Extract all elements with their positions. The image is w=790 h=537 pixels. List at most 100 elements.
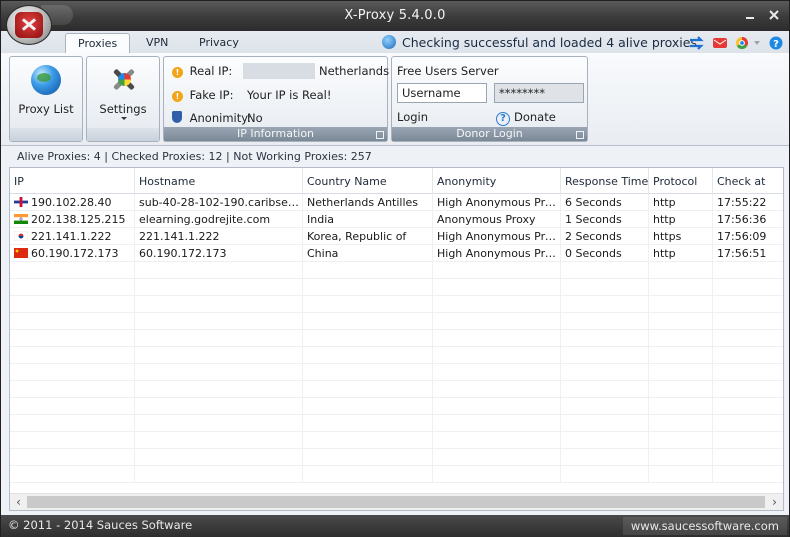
help-icon[interactable]: ?: [768, 36, 784, 50]
empty-table-row: [10, 449, 783, 466]
cell-ip: [10, 449, 135, 466]
cell-check-at: [713, 364, 783, 381]
cell-hostname: [135, 398, 303, 415]
cell-country: [303, 381, 433, 398]
cell-check-at: [713, 449, 783, 466]
empty-table-row: [10, 262, 783, 279]
x-proxy-logo-icon: [15, 12, 43, 38]
cell-check-at-text: 17:56:36: [717, 213, 767, 226]
column-header-country[interactable]: Country Name: [303, 168, 433, 194]
minimize-button[interactable]: [742, 7, 758, 23]
scrollbar-thumb[interactable]: [27, 496, 765, 508]
real-ip-value-redacted: [243, 63, 315, 79]
empty-table-row: [10, 330, 783, 347]
close-icon: [769, 10, 779, 20]
settings-button[interactable]: Settings: [86, 56, 160, 142]
column-header-anonymity[interactable]: Anonymity: [433, 168, 561, 194]
empty-table-row: [10, 364, 783, 381]
cell-ip: [10, 279, 135, 296]
cell-country-text: Netherlands Antilles: [307, 196, 419, 209]
login-button[interactable]: Login: [397, 109, 428, 125]
cell-protocol-text: http: [653, 213, 676, 226]
copyright-text: © 2011 - 2014 Sauces Software: [8, 518, 193, 532]
column-header-hostname[interactable]: Hostname: [135, 168, 303, 194]
ip-information-group: ! Real IP: Netherlands ! Fake IP: Your I…: [163, 56, 389, 142]
cell-anonymity: [433, 296, 561, 313]
cell-country: [303, 330, 433, 347]
proxy-summary: Alive Proxies: 4 | Checked Proxies: 12 |…: [1, 147, 789, 167]
flag-india-icon: [14, 212, 28, 224]
cell-check-at: 17:55:22: [713, 194, 783, 211]
cell-hostname: [135, 415, 303, 432]
tab-privacy[interactable]: Privacy: [187, 33, 251, 53]
cell-ip: 202.138.125.215: [10, 211, 135, 228]
table-row[interactable]: 221.141.1.222 221.141.1.222 Korea, Republi…: [10, 228, 783, 245]
server-label: Free Users Server: [397, 64, 499, 78]
website-link[interactable]: www.saucessoftware.com: [622, 517, 787, 535]
cell-response-time: 0 Seconds: [561, 245, 649, 262]
cell-response-time: [561, 364, 649, 381]
scroll-right-icon[interactable]: ›: [766, 494, 783, 510]
cell-response-time: 2 Seconds: [561, 228, 649, 245]
horizontal-scrollbar[interactable]: ‹ ›: [10, 493, 783, 510]
cell-protocol: [649, 432, 713, 449]
cell-anonymity: [433, 364, 561, 381]
switch-arrows-icon[interactable]: [689, 36, 705, 50]
cell-anonymity: High Anonymous Proxy: [433, 245, 561, 262]
settings-label: Settings: [99, 102, 147, 116]
column-header-ip[interactable]: IP: [10, 168, 135, 194]
tab-vpn[interactable]: VPN: [134, 33, 180, 53]
cell-protocol: [649, 296, 713, 313]
tab-proxies[interactable]: Proxies: [65, 33, 131, 53]
button-strip: [87, 128, 159, 141]
donor-login-launcher-icon[interactable]: [576, 131, 584, 139]
proxy-list-button[interactable]: Proxy List: [9, 56, 83, 142]
cell-hostname: [135, 381, 303, 398]
cell-anonymity: [433, 381, 561, 398]
cell-anonymity: [433, 347, 561, 364]
cell-ip-text: 221.141.1.222: [31, 230, 112, 243]
cell-anonymity-text: High Anonymous Proxy: [437, 196, 561, 209]
cell-anonymity: High Anonymous Proxy: [433, 228, 561, 245]
donate-button[interactable]: ? Donate: [496, 109, 556, 126]
cell-country: [303, 296, 433, 313]
username-field[interactable]: Username: [397, 83, 487, 103]
chevron-down-icon[interactable]: [752, 36, 762, 50]
mail-icon[interactable]: [712, 36, 728, 50]
cell-country-text: India: [307, 213, 334, 226]
cell-check-at: [713, 432, 783, 449]
cell-response-time: [561, 449, 649, 466]
globe-icon: [31, 65, 61, 95]
warning-icon: !: [172, 67, 183, 78]
cell-protocol: [649, 262, 713, 279]
cell-country: [303, 432, 433, 449]
cell-response-time: [561, 279, 649, 296]
cell-response-time: [561, 381, 649, 398]
close-button[interactable]: [766, 7, 782, 23]
cell-check-at: [713, 279, 783, 296]
warning-icon: !: [172, 91, 183, 102]
app-menu-button[interactable]: [6, 5, 52, 45]
tools-icon: [108, 63, 140, 95]
proxy-list-label: Proxy List: [18, 102, 74, 116]
table-row[interactable]: 60.190.172.173 60.190.172.173 China High An…: [10, 245, 783, 262]
scroll-left-icon[interactable]: ‹: [10, 494, 27, 510]
cell-protocol-text: http: [653, 247, 676, 260]
flag-netherlands-antilles-icon: [14, 195, 28, 207]
table-row[interactable]: 202.138.125.215 elearning.godrejite.com In…: [10, 211, 783, 228]
cell-hostname-text: 221.141.1.222: [139, 230, 220, 243]
cell-ip-text: 190.102.28.40: [31, 196, 112, 209]
table-row[interactable]: 190.102.28.40 sub-40-28-102-190.caribserv…: [10, 194, 783, 211]
cell-anonymity-text: Anonymous Proxy: [437, 213, 536, 226]
chrome-icon[interactable]: [734, 36, 750, 50]
column-header-protocol[interactable]: Protocol: [649, 168, 713, 194]
cell-protocol: https: [649, 228, 713, 245]
ip-information-launcher-icon[interactable]: [376, 131, 384, 139]
column-header-response-time[interactable]: Response Time: [561, 168, 649, 194]
cell-hostname: [135, 330, 303, 347]
cell-ip: 60.190.172.173: [10, 245, 135, 262]
cell-protocol: http: [649, 211, 713, 228]
password-field[interactable]: ********: [494, 83, 584, 103]
column-header-check-at[interactable]: Check at: [713, 168, 783, 194]
cell-country: [303, 262, 433, 279]
